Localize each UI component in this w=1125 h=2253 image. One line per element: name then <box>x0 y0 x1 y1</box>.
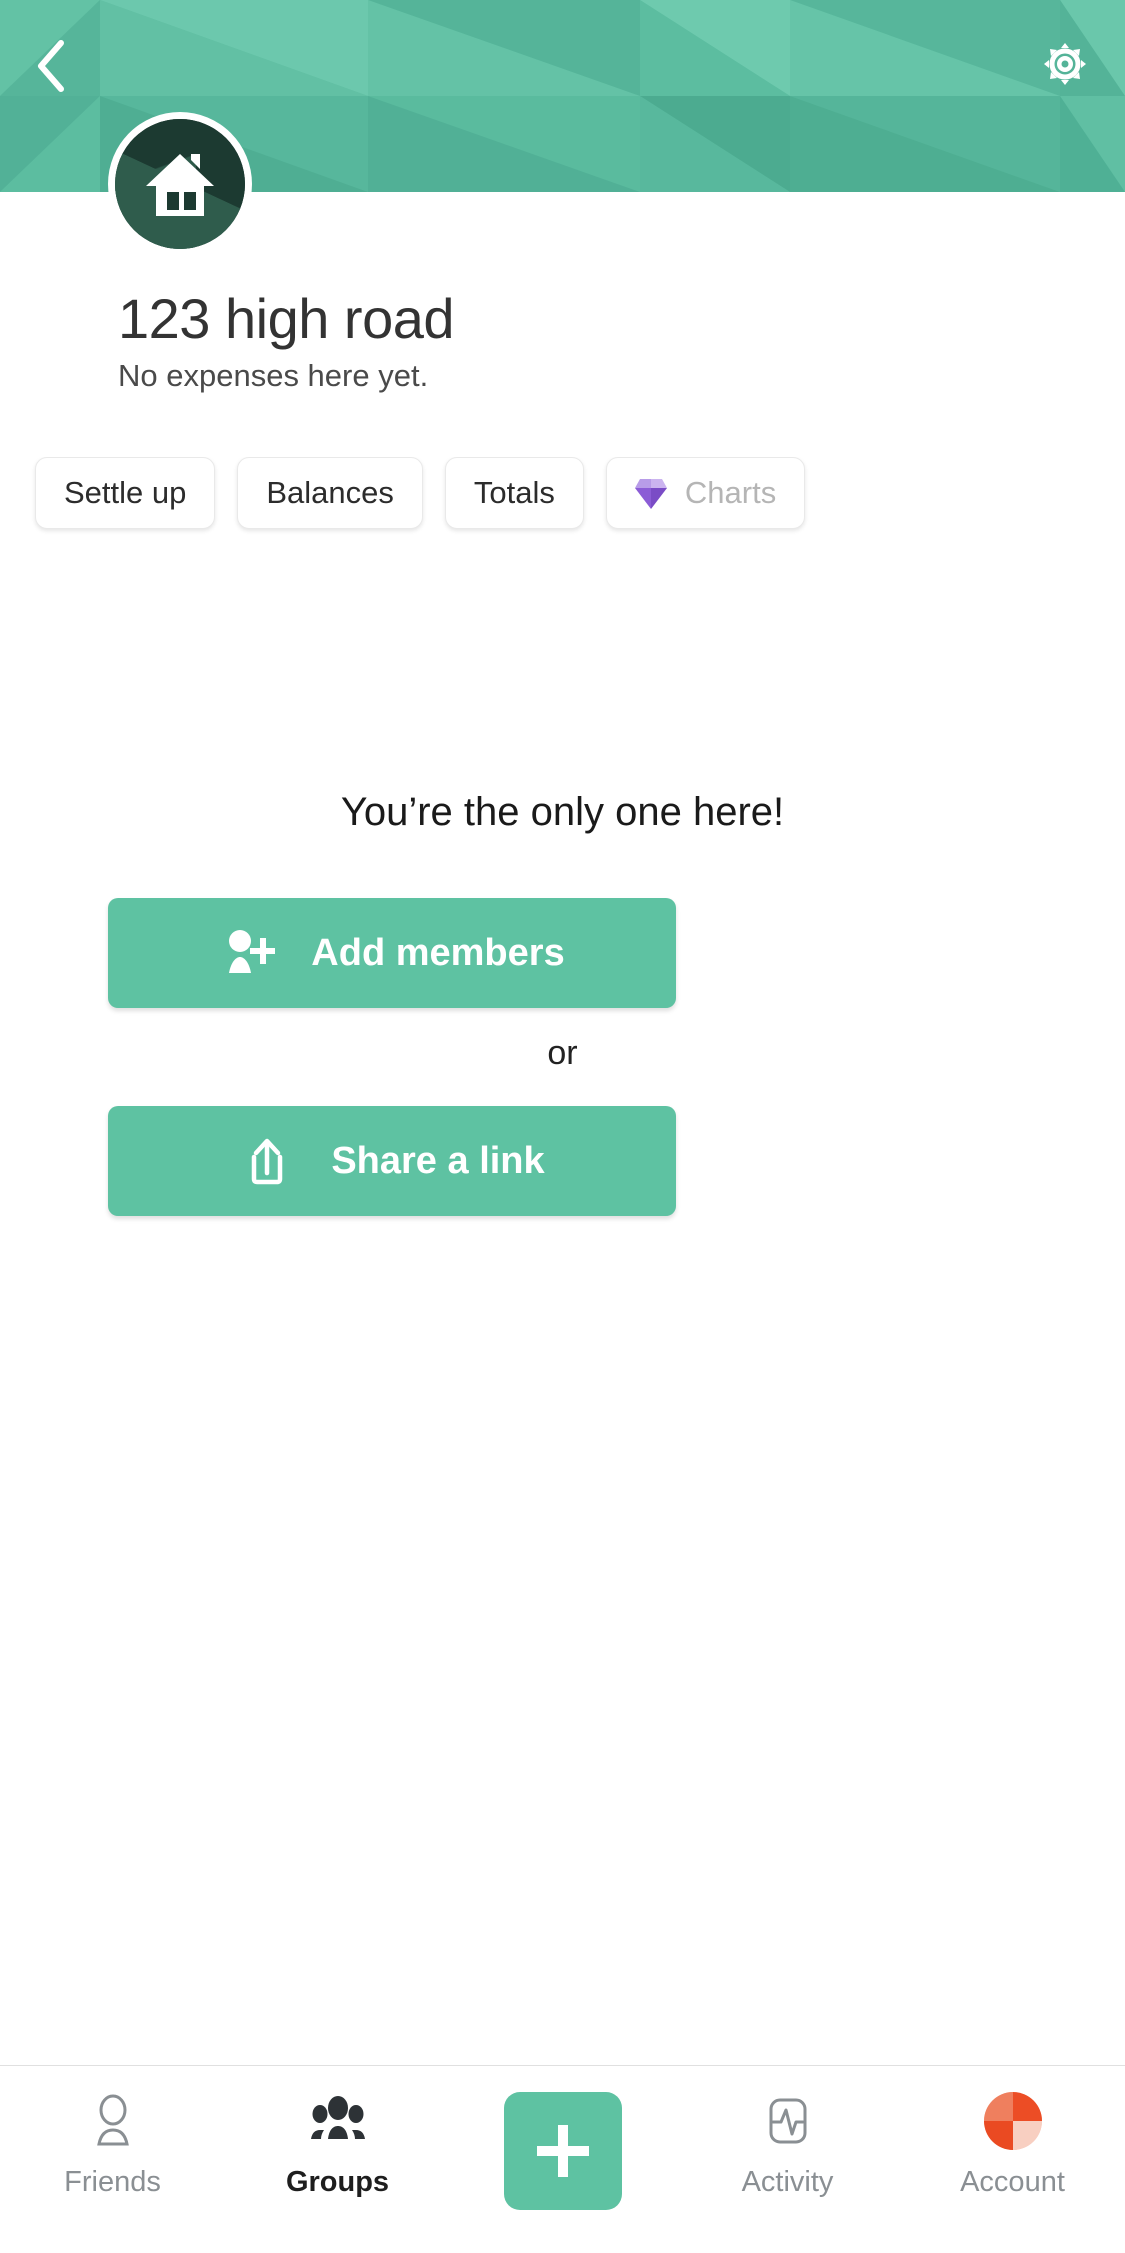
plus-icon <box>536 2125 589 2177</box>
house-icon <box>146 154 214 216</box>
group-settings-button[interactable] <box>1023 22 1107 106</box>
nav-item-activity[interactable]: Activity <box>675 2066 900 2253</box>
nav-item-groups[interactable]: Groups <box>225 2066 450 2253</box>
chip-settle-up[interactable]: Settle up <box>35 457 216 529</box>
chip-label: Settle up <box>64 475 187 510</box>
or-separator: or <box>547 1034 578 1072</box>
share-link-button[interactable]: Share a link <box>108 1106 676 1216</box>
group-avatar[interactable] <box>108 112 252 256</box>
back-button[interactable] <box>10 26 90 106</box>
nav-label: Activity <box>741 2166 834 2198</box>
person-outline-icon <box>96 2094 129 2146</box>
nav-label: Account <box>960 2166 1065 2198</box>
avatar-quadrant <box>1012 2092 1042 2121</box>
avatar-quadrant <box>983 2121 1013 2150</box>
page-subtitle: No expenses here yet. <box>118 358 429 393</box>
nav-icon-wrap <box>309 2090 367 2152</box>
nav-label: Friends <box>64 2166 161 2198</box>
page-title: 123 high road <box>118 287 455 350</box>
bottom-navigation: Friends Groups Activity Account <box>0 2065 1125 2253</box>
empty-state-heading: You’re the only one here! <box>340 790 785 834</box>
people-filled-icon <box>310 2096 365 2139</box>
nav-icon-wrap <box>983 2090 1042 2152</box>
account-avatar-icon <box>983 2092 1042 2150</box>
nav-item-add-expense[interactable] <box>450 2066 675 2253</box>
nav-label: Groups <box>285 2166 390 2198</box>
gear-icon <box>1044 43 1086 85</box>
chip-label: Totals <box>473 475 555 510</box>
group-action-chip-row[interactable]: Settle up Balances Totals Charts <box>0 457 1125 555</box>
avatar-quadrant <box>1012 2121 1042 2150</box>
share-link-label: Share a link <box>331 1139 545 1182</box>
add-members-label: Add members <box>311 931 565 974</box>
nav-item-account[interactable]: Account <box>900 2066 1125 2253</box>
chevron-left-icon <box>38 40 64 92</box>
avatar-image <box>115 119 245 249</box>
nav-icon-wrap <box>84 2090 142 2152</box>
chip-charts[interactable]: Charts <box>605 457 806 529</box>
chip-balances[interactable]: Balances <box>237 457 423 529</box>
share-upload-icon <box>252 1138 283 1185</box>
activity-pulse-icon <box>769 2098 806 2144</box>
nav-item-friends[interactable]: Friends <box>0 2066 225 2253</box>
chip-label: Charts <box>684 475 777 510</box>
nav-icon-wrap <box>759 2090 817 2152</box>
chip-label: Balances <box>266 475 394 510</box>
chip-totals[interactable]: Totals <box>444 457 584 529</box>
person-add-icon <box>229 930 276 973</box>
group-detail-screen: 123 high road No expenses here yet. Sett… <box>0 0 1125 2253</box>
add-expense-fab[interactable] <box>503 2092 622 2210</box>
gem-icon <box>634 479 667 509</box>
avatar-quadrant <box>983 2092 1013 2121</box>
add-members-button[interactable]: Add members <box>108 898 676 1008</box>
